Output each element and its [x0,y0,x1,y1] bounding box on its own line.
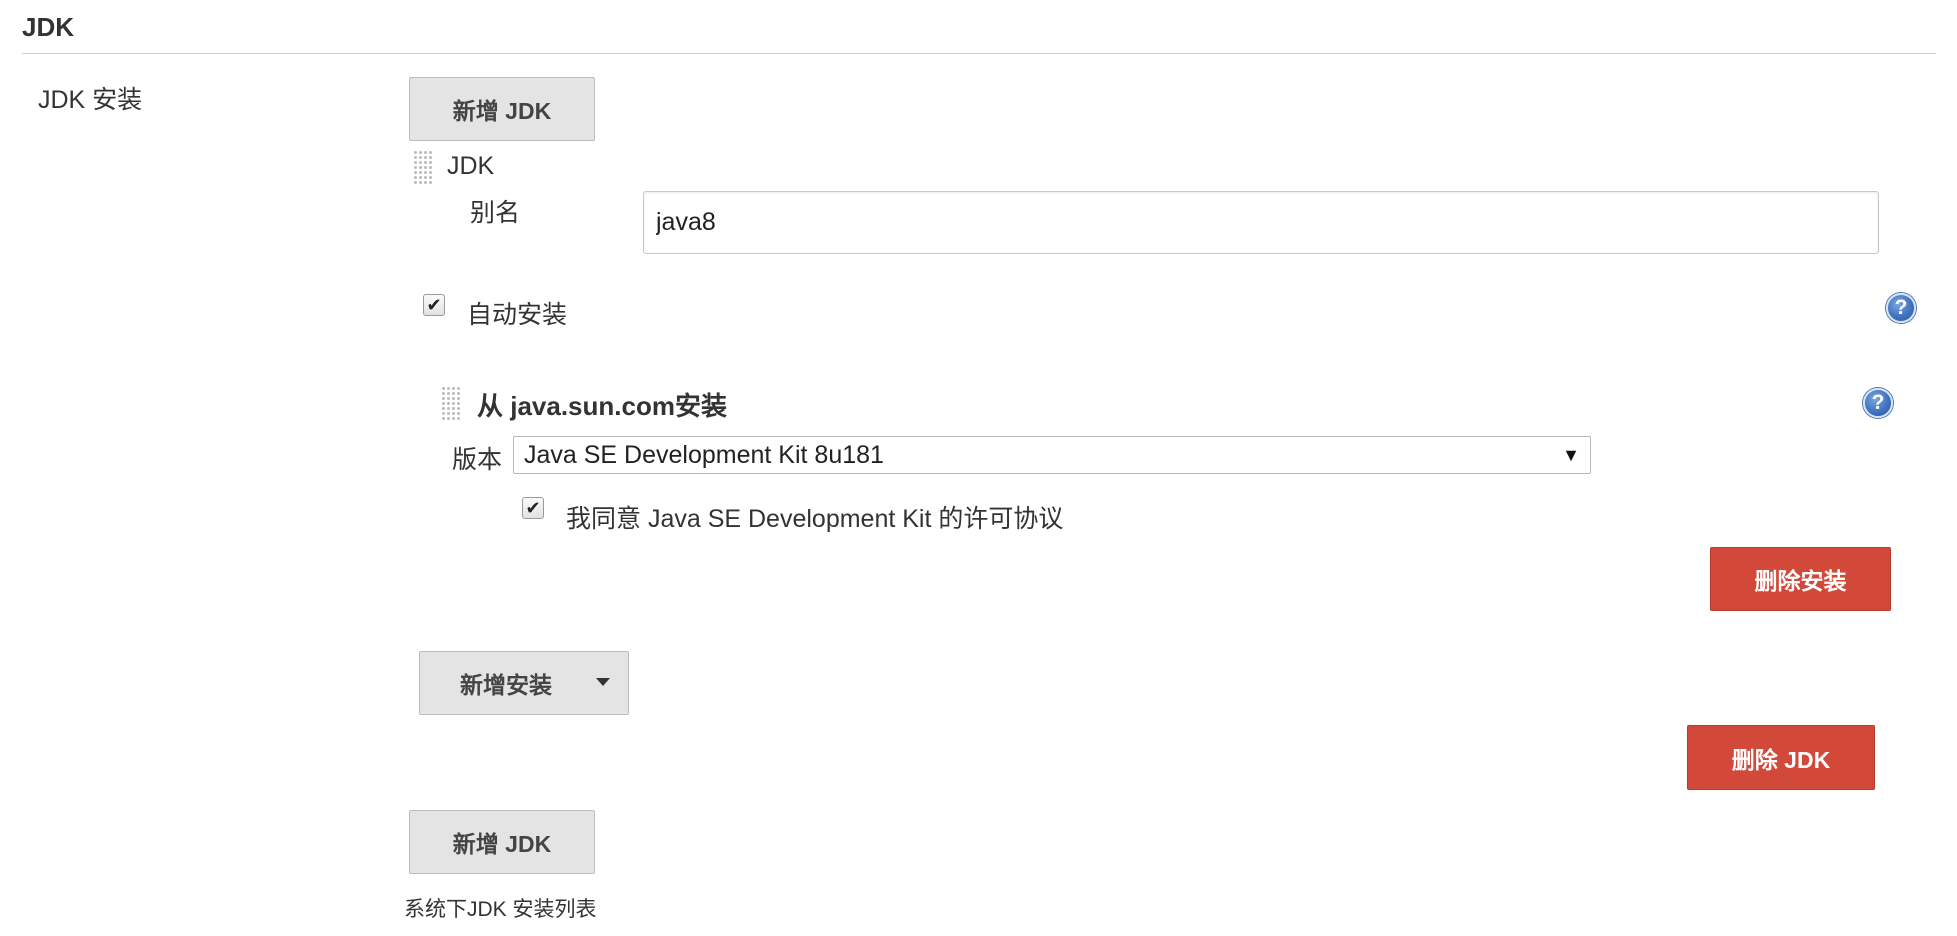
version-selected-value: Java SE Development Kit 8u181 [524,440,884,469]
checkmark-icon: ✔ [426,295,442,315]
alias-input[interactable] [643,191,1879,254]
installer-heading: 从 java.sun.com安装 [477,391,727,421]
dropdown-arrow-icon: ▼ [1562,444,1580,465]
jdk-list-description: 系统下JDK 安装列表 [404,898,597,921]
license-agree-label: 我同意 Java SE Development Kit 的许可协议 [566,505,1064,533]
add-installer-button[interactable]: 新增安装 [419,651,629,715]
checkmark-icon: ✔ [525,498,541,518]
section-title: JDK [22,12,75,42]
add-jdk-button-bottom[interactable]: 新增 JDK [409,810,595,874]
jdk-install-label: JDK 安装 [38,86,143,114]
auto-install-help-icon[interactable]: ? [1886,293,1916,323]
license-agree-checkbox[interactable]: ✔ [522,497,544,519]
add-jdk-button-top[interactable]: 新增 JDK [409,77,595,141]
version-select[interactable]: Java SE Development Kit 8u181 ▼ [513,436,1591,474]
auto-install-checkbox[interactable]: ✔ [423,294,445,316]
section-divider [22,53,1936,54]
add-installer-label: 新增安装 [460,672,552,698]
auto-install-label: 自动安装 [467,301,568,329]
installer-help-icon[interactable]: ? [1863,388,1893,418]
jdk-entry-heading: JDK [447,152,495,180]
caret-down-icon [596,678,610,686]
delete-jdk-button[interactable]: 删除 JDK [1687,725,1875,790]
delete-installer-button[interactable]: 删除安装 [1710,547,1891,611]
alias-label: 别名 [470,199,521,227]
jdk-drag-handle-icon[interactable] [413,150,433,184]
version-label: 版本 [452,446,503,474]
installer-drag-handle-icon[interactable] [441,386,461,420]
